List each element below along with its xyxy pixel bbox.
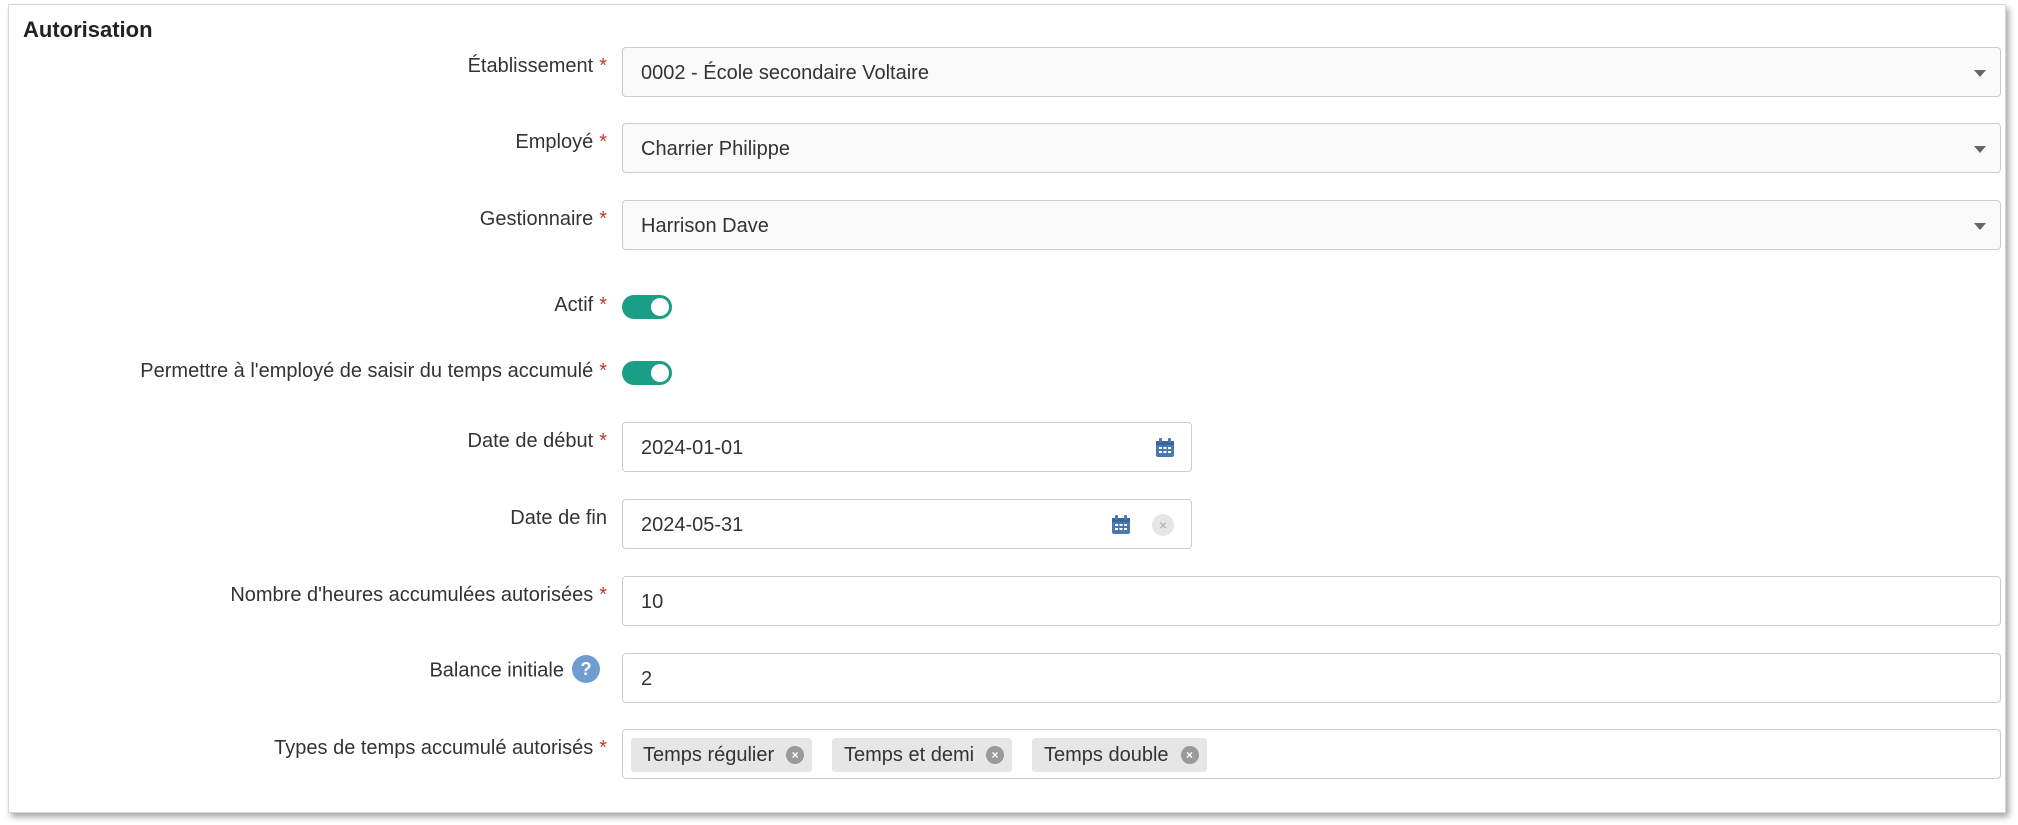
toggle-knob (651, 364, 669, 382)
employe-select[interactable]: Charrier Philippe (622, 123, 2001, 173)
etablissement-select[interactable]: 0002 - École secondaire Voltaire (622, 47, 2001, 97)
remove-tag-icon[interactable]: × (986, 746, 1005, 764)
label-actif: Actif * (554, 294, 607, 316)
gestionnaire-select[interactable]: Harrison Dave (622, 200, 2001, 250)
label-nombre-heures: Nombre d'heures accumulées autorisées * (230, 584, 607, 606)
section-title: Autorisation (23, 17, 153, 42)
chevron-down-icon (1974, 146, 1986, 153)
chevron-down-icon (1974, 223, 1986, 230)
toggle-knob (651, 298, 669, 316)
actif-toggle[interactable] (622, 295, 672, 319)
label-employe: Employé * (515, 131, 607, 153)
chevron-down-icon (1974, 70, 1986, 77)
nombre-heures-input[interactable]: 10 (622, 576, 2001, 626)
date-debut-input[interactable]: 2024-01-01 (622, 422, 1192, 472)
permettre-toggle[interactable] (622, 361, 672, 385)
authorization-panel: Autorisation Établissement * 0002 - École… (8, 4, 2006, 813)
clear-icon[interactable]: × (1152, 514, 1174, 536)
label-permettre: Permettre à l'employé de saisir du temps… (140, 360, 607, 382)
tag-temps-regulier: Temps régulier × (631, 738, 813, 772)
label-gestionnaire: Gestionnaire * (479, 208, 607, 230)
label-etablissement: Établissement * (467, 55, 607, 77)
tag-temps-double: Temps double × (1032, 738, 1207, 772)
label-types: Types de temps accumulé autorisés * (274, 737, 607, 759)
label-balance: Balance initiale? (429, 655, 600, 685)
calendar-icon[interactable] (1155, 438, 1175, 458)
remove-tag-icon[interactable]: × (1180, 746, 1199, 764)
balance-input[interactable]: 2 (622, 653, 2001, 703)
label-date-debut: Date de début * (467, 430, 607, 452)
help-icon[interactable]: ? (572, 655, 600, 683)
label-date-fin: Date de fin (510, 507, 607, 529)
types-multiselect[interactable]: Temps régulier × Temps et demi × Temps d… (622, 729, 2001, 779)
date-fin-input[interactable]: 2024-05-31 × (622, 499, 1192, 549)
remove-tag-icon[interactable]: × (786, 746, 805, 764)
calendar-icon[interactable] (1111, 515, 1131, 535)
tag-temps-et-demi: Temps et demi × (832, 738, 1013, 772)
